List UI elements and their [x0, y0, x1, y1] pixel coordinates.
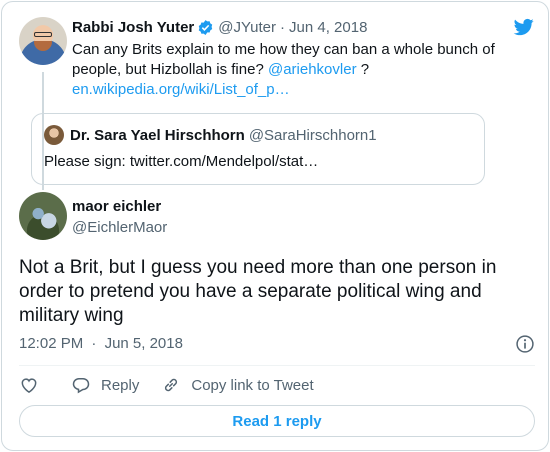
- link-icon: [165, 378, 178, 392]
- read-replies-label: Read 1 reply: [232, 412, 322, 430]
- tweet-embed-card: Rabbi Josh Yuter @JYuter · Jun 4, 2018 C…: [1, 1, 549, 451]
- external-url-link[interactable]: en.wikipedia.org/wiki/List_of_p…: [72, 81, 290, 98]
- main-author-avatar[interactable]: [19, 192, 67, 240]
- reply-icon: [72, 378, 90, 394]
- tweet-actions-bar: Reply Copy link to Tweet: [19, 374, 336, 396]
- main-author-handle[interactable]: @EichlerMaor: [72, 219, 167, 236]
- mention-link[interactable]: @ariehkovler: [268, 61, 357, 78]
- parent-tweet-text: Can any Brits explain to me how they can…: [72, 40, 522, 100]
- parent-tweet-text-part: ?: [356, 61, 370, 78]
- actions-divider: [19, 365, 535, 366]
- reply-button[interactable]: Reply: [71, 375, 139, 395]
- parent-tweet-date[interactable]: Jun 4, 2018: [289, 19, 367, 36]
- quoted-tweet[interactable]: Dr. Sara Yael Hirschhorn @SaraHirschhorn…: [31, 113, 485, 185]
- copy-link-button[interactable]: Copy link to Tweet: [161, 375, 314, 395]
- quoted-tweet-text: Please sign: twitter.com/Mendelpol/stat…: [44, 153, 319, 170]
- timestamp-separator: ·: [91, 335, 97, 352]
- main-tweet-text: Not a Brit, but I guess you need more th…: [19, 257, 497, 326]
- heart-icon: [21, 378, 37, 393]
- header-separator: ·: [280, 18, 286, 36]
- tweet-timestamp[interactable]: 12:02 PM · Jun 5, 2018: [19, 335, 535, 355]
- main-tweet-header: maor eichler @EichlerMaor: [19, 192, 535, 242]
- twitter-bird-icon[interactable]: [513, 17, 535, 37]
- tweet-time[interactable]: 12:02 PM: [19, 335, 83, 352]
- parent-author-name[interactable]: Rabbi Josh Yuter: [72, 19, 194, 36]
- quoted-author-handle: @SaraHirschhorn1: [248, 126, 377, 144]
- tweet-date[interactable]: Jun 5, 2018: [105, 335, 183, 352]
- quoted-author-avatar: [44, 125, 64, 145]
- copy-link-label: Copy link to Tweet: [191, 376, 314, 394]
- info-icon[interactable]: [515, 334, 535, 354]
- avatar-beard: [34, 41, 52, 51]
- avatar-glasses: [34, 32, 52, 37]
- read-replies-button[interactable]: Read 1 reply: [19, 405, 535, 437]
- like-button[interactable]: [19, 375, 49, 395]
- reply-label: Reply: [101, 376, 140, 394]
- quoted-tweet-header: Dr. Sara Yael Hirschhorn @SaraHirschhorn…: [44, 124, 472, 146]
- parent-author-handle[interactable]: @JYuter: [218, 19, 276, 36]
- main-author-name[interactable]: maor eichler: [72, 198, 161, 215]
- parent-tweet-body: Rabbi Josh Yuter @JYuter · Jun 4, 2018 C…: [72, 14, 535, 100]
- quoted-author-name: Dr. Sara Yael Hirschhorn: [70, 126, 245, 144]
- parent-tweet-header: Rabbi Josh Yuter @JYuter · Jun 4, 2018: [72, 14, 535, 40]
- parent-author-avatar[interactable]: [19, 17, 67, 65]
- verified-badge-icon: [199, 19, 213, 35]
